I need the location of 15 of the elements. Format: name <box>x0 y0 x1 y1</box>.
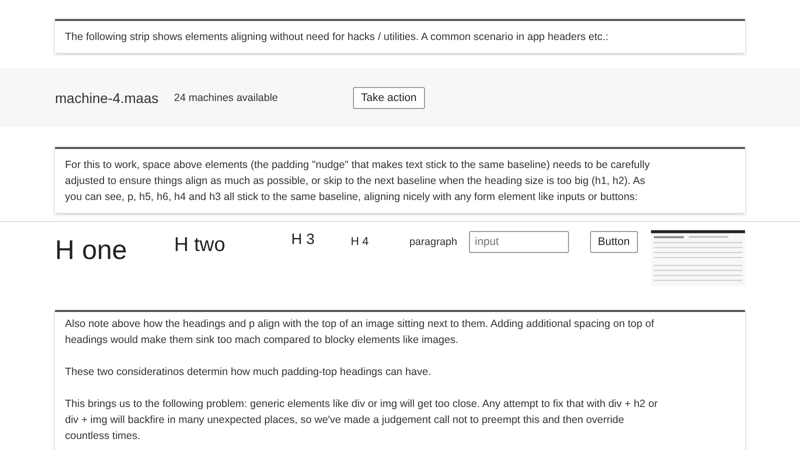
note-paragraph: This brings us to the following problem: generic elements like div or img will get too close. Any attempt to fix that with div + h2 or div + img will backfire in many unexpected places, so we've made a judgement call not to preempt this and then override countless times. <box>65 397 659 444</box>
note-paragraph: These two consideratinos determin how much padding-top headings can have. <box>65 365 432 380</box>
heading-three: H 3 <box>291 230 316 250</box>
input-field[interactable]: input <box>468 231 569 253</box>
demo-button[interactable]: Button <box>590 231 638 253</box>
heading-two: H two <box>174 233 226 258</box>
machine-count: 24 machines available <box>174 92 279 104</box>
machine-title: machine-4.maas <box>55 90 160 106</box>
note-paragraph: Also note above how the headings and p align with the top of an image sitting next to them. Adding additional spacing on top of headings would make them sink too mach compared to blocky elements like images. <box>65 317 655 348</box>
explanation-text: For this to work, space above elements (the padding "nudge" that makes text stick to the same baseline) needs to be carefully adjusted to ensure things align as much as possible, or skip to the next baseline when the heading size is too big (h1, h2). As you can see, p, h5, h6, h4 and h3 all stick to the same baseline, aligning nicely with any form element like inputs or buttons: <box>65 158 651 205</box>
heading-four: H 4 <box>350 235 370 250</box>
paragraph-text: paragraph <box>409 235 458 250</box>
heading-one: H one <box>55 234 128 267</box>
take-action-button[interactable]: Take action <box>353 86 425 108</box>
intro-text: The following strip shows elements aligning without need for hacks / utilities. A common scenario in app headers etc.: <box>65 30 610 45</box>
